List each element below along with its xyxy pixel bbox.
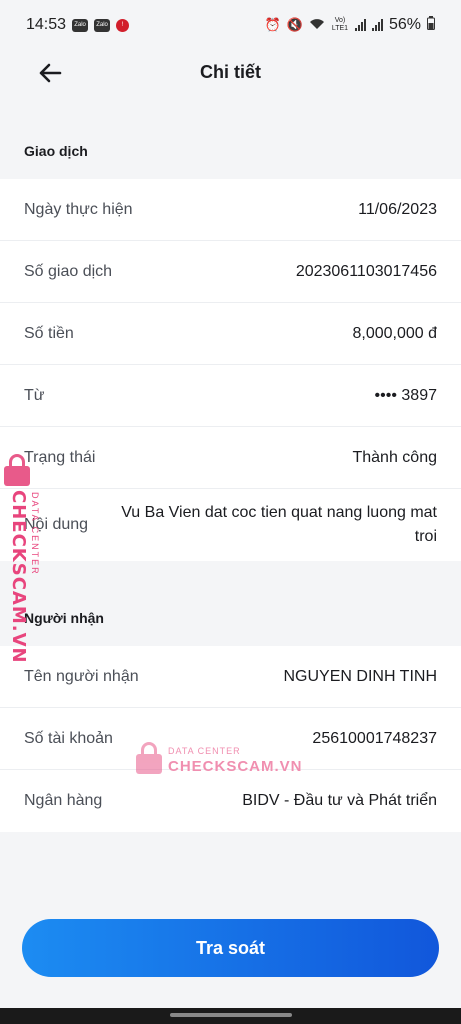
watermark-brand: CHECKSCAM.VN xyxy=(168,758,303,775)
signal-icon xyxy=(354,19,366,31)
zalo-app-icon: Zalo xyxy=(72,18,89,32)
row-value: 11/06/2023 xyxy=(358,200,437,218)
row-value: Thành công xyxy=(352,448,437,466)
status-bar: 14:53 Zalo Zalo ! ⏰ 🔇 Vo) LTE1 56% xyxy=(0,0,461,50)
alarm-icon: ⏰ xyxy=(264,17,281,32)
transaction-card: Ngày thực hiện 11/06/2023 Số giao dịch 2… xyxy=(0,179,461,561)
battery-percent: 56% xyxy=(388,16,421,33)
row-label: Số tài khoản xyxy=(24,729,113,747)
row-value: 8,000,000 đ xyxy=(352,324,437,342)
watermark-center: DATA CENTER CHECKSCAM.VN xyxy=(136,740,302,780)
row-label: Số tiền xyxy=(24,324,74,342)
lock-icon xyxy=(136,742,162,774)
detail-row-amount: Số tiền 8,000,000 đ xyxy=(0,303,461,365)
watermark-tagline: DATA CENTER xyxy=(30,492,40,576)
network-label: Vo) LTE1 xyxy=(331,17,349,32)
mute-icon: 🔇 xyxy=(286,17,303,32)
row-label: Tên người nhận xyxy=(24,667,139,685)
watermark-brand: CHECKSCAM.VN xyxy=(8,490,29,664)
status-time: 14:53 xyxy=(26,16,67,33)
trace-transaction-button[interactable]: Tra soát xyxy=(22,919,439,977)
detail-row-transaction-id: Số giao dịch 2023061103017456 xyxy=(0,241,461,303)
row-label: Số giao dịch xyxy=(24,262,113,280)
row-value: Vu Ba Vien dat coc tien quat nang luong … xyxy=(121,504,437,545)
row-label: Từ xyxy=(24,386,45,404)
row-value: BIDV - Đầu tư và Phát triển xyxy=(242,792,437,809)
watermark-tagline: DATA CENTER xyxy=(168,746,241,756)
lock-icon xyxy=(4,454,30,486)
row-value: •••• 3897 xyxy=(374,386,437,404)
top-bar: Chi tiết xyxy=(0,50,461,96)
detail-row-recipient-name: Tên người nhận NGUYEN DINH TINH xyxy=(0,646,461,708)
row-label: Ngân hàng xyxy=(24,792,103,809)
detail-row-content: Nội dung Vu Ba Vien dat coc tien quat na… xyxy=(0,489,461,561)
home-indicator xyxy=(0,1008,461,1024)
wifi-icon xyxy=(309,18,325,33)
signal-icon xyxy=(371,19,383,31)
detail-row-from-account: Từ •••• 3897 xyxy=(0,365,461,427)
alert-app-icon: ! xyxy=(116,18,130,32)
detail-row-status: Trạng thái Thành công xyxy=(0,427,461,489)
battery-icon xyxy=(427,15,435,35)
detail-row-date: Ngày thực hiện 11/06/2023 xyxy=(0,179,461,241)
recipient-card: Tên người nhận NGUYEN DINH TINH Số tài k… xyxy=(0,646,461,832)
row-value: NGUYEN DINH TINH xyxy=(283,667,438,685)
page-title: Chi tiết xyxy=(200,62,261,82)
row-label: Ngày thực hiện xyxy=(24,200,133,218)
zalo-app-icon: Zalo xyxy=(94,18,111,32)
watermark-side: CHECKSCAM.VN DATA CENTER xyxy=(4,454,48,664)
row-value: 2023061103017456 xyxy=(295,262,437,280)
row-value: 25610001748237 xyxy=(312,729,437,747)
section-title-transaction: Giao dịch xyxy=(24,143,88,159)
